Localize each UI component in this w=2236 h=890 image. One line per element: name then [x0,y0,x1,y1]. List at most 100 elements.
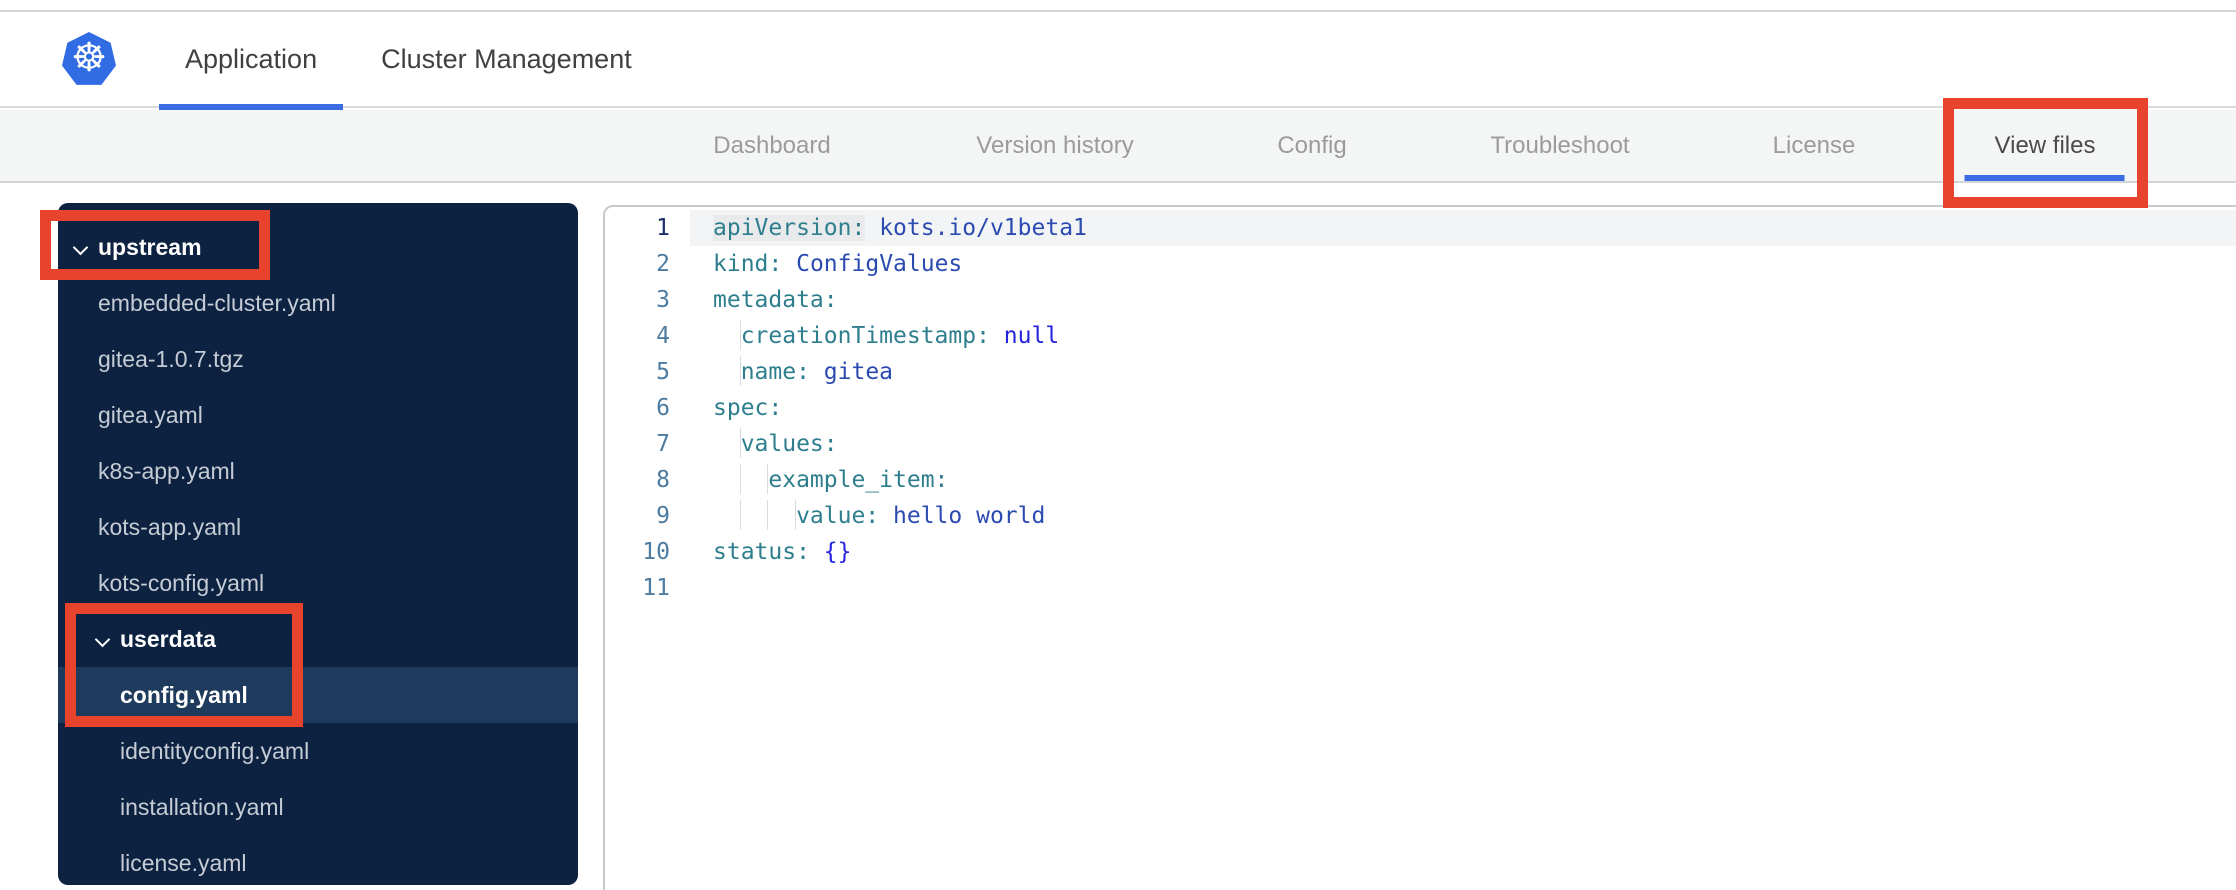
code-token: hello world [893,503,1046,529]
tree-file-gitea-yaml[interactable]: gitea.yaml [58,387,578,443]
subnav-tab-dashboard[interactable]: Dashboard [713,110,830,181]
code-line-content: name: gitea [690,354,2236,390]
code-token: spec: [713,395,783,421]
code-line-content: status: {} [690,534,2236,570]
tree-file-gitea-1-0-7-tgz[interactable]: gitea-1.0.7.tgz [58,331,578,387]
tree-file-license-yaml[interactable]: license.yaml [58,835,578,885]
tree-file-identityconfig-yaml[interactable]: identityconfig.yaml [58,723,578,779]
tree-item-label: gitea-1.0.7.tgz [98,345,244,372]
line-number: 10 [642,539,670,565]
subnav-tab-view-files[interactable]: View files [1965,110,2125,181]
tree-file-installation-yaml[interactable]: installation.yaml [58,779,578,835]
code-line: 4 creationTimestamp: null [605,318,2236,354]
tree-file-kots-config-yaml[interactable]: kots-config.yaml [58,555,578,611]
subnav-tab-label: Version history [976,131,1134,159]
code-token: kots.io/v1beta1 [879,215,1087,241]
indent-guide [713,319,741,350]
app-header: ☸ Application Cluster Management [0,12,2236,110]
kots-admin-console: ☸ Application Cluster Management Dashboar… [0,0,2236,890]
subnav-tab-troubleshoot[interactable]: Troubleshoot [1490,110,1629,181]
tree-item-label: embedded-cluster.yaml [98,289,336,316]
indent-guide [713,427,741,458]
line-number: 1 [656,215,670,241]
subnav-tab-label: Troubleshoot [1490,131,1630,159]
code-token: metadata: [713,287,838,313]
code-line: 2 kind: ConfigValues [605,246,2236,282]
indent-guide [768,499,797,530]
chevron-down-icon [96,632,110,646]
line-number: 4 [656,323,670,349]
tree-item-label: license.yaml [120,849,247,876]
tree-file-config-yaml[interactable]: config.yaml [58,667,578,723]
kubernetes-logo-icon: ☸ [62,32,116,85]
tree-item-label: k8s-app.yaml [98,457,235,484]
subnav-tab-label: Dashboard [713,131,831,159]
code-line: 10 status: {} [605,534,2236,570]
code-token: example_item: [768,467,949,493]
indent-guide [713,463,741,494]
tree-item-label: upstream [98,233,202,260]
line-number: 6 [656,395,670,421]
tree-item-label: config.yaml [120,681,248,708]
code-token: status: [713,539,810,565]
code-token: gitea [823,359,894,385]
active-tab-underline [1965,175,2125,181]
code-token: null [1003,323,1060,349]
yaml-file-viewer[interactable]: 1 apiVersion: kots.io/v1beta1 2 kind: Confi… [603,205,2236,890]
code-line: 11 [605,570,2236,606]
tree-item-label: installation.yaml [120,793,284,820]
code-line-content: kind: ConfigValues [690,246,2236,282]
code-line-content [690,570,2236,606]
indent-guide [741,463,769,494]
line-number: 9 [656,503,670,529]
code-line-content: metadata: [690,282,2236,318]
code-line-content: apiVersion: kots.io/v1beta1 [690,210,2236,246]
tree-item-label: kots-config.yaml [98,569,265,596]
tree-file-kots-app-yaml[interactable]: kots-app.yaml [58,499,578,555]
app-subnav: Dashboard Version history Config Troublesho… [0,110,2236,183]
line-number: 2 [656,251,670,277]
line-number: 3 [656,287,670,313]
header-tab-cluster-management[interactable]: Cluster Management [381,12,632,106]
code-line: 5 name: gitea [605,354,2236,390]
subnav-tab-license[interactable]: License [1773,110,1856,181]
code-token: ConfigValues [796,251,963,277]
code-token: name: [740,359,810,385]
tree-file-embedded-cluster-yaml[interactable]: embedded-cluster.yaml [58,275,578,331]
code-line-content: spec: [690,390,2236,426]
tree-item-label: gitea.yaml [98,401,203,428]
code-line-content: creationTimestamp: null [690,318,2236,354]
code-line: 6 spec: [605,390,2236,426]
code-token: {} [823,539,852,565]
code-token: values: [740,431,838,457]
subnav-tab-config[interactable]: Config [1277,110,1346,181]
code-line: 9 value: hello world [605,498,2236,534]
line-number: 11 [642,575,670,601]
subnav-tab-label: View files [1994,131,2096,159]
header-tab-application[interactable]: Application [159,12,344,110]
subnav-tab-label: License [1772,131,1856,159]
tree-item-label: userdata [120,625,216,652]
indent-guide [741,499,769,530]
indent-guide [713,355,741,386]
code-line: 8 example_item: [605,462,2236,498]
ship-wheel-glyph: ☸ [71,36,107,80]
code-line: 1 apiVersion: kots.io/v1beta1 [605,210,2236,246]
code-line: 3 metadata: [605,282,2236,318]
code-line: 7 values: [605,426,2236,462]
code-token: kind: [713,251,783,277]
file-tree-sidebar: upstream embedded-cluster.yaml gitea-1.0.7… [58,203,578,885]
code-line-content: value: hello world [690,498,2236,534]
chevron-down-icon [74,240,88,254]
code-token: value: [796,503,880,529]
tree-folder-upstream[interactable]: upstream [58,219,578,275]
tree-file-k8s-app-yaml[interactable]: k8s-app.yaml [58,443,578,499]
subnav-tab-version-history[interactable]: Version history [976,110,1133,181]
tree-item-label: identityconfig.yaml [120,737,310,764]
tree-folder-userdata[interactable]: userdata [58,611,578,667]
